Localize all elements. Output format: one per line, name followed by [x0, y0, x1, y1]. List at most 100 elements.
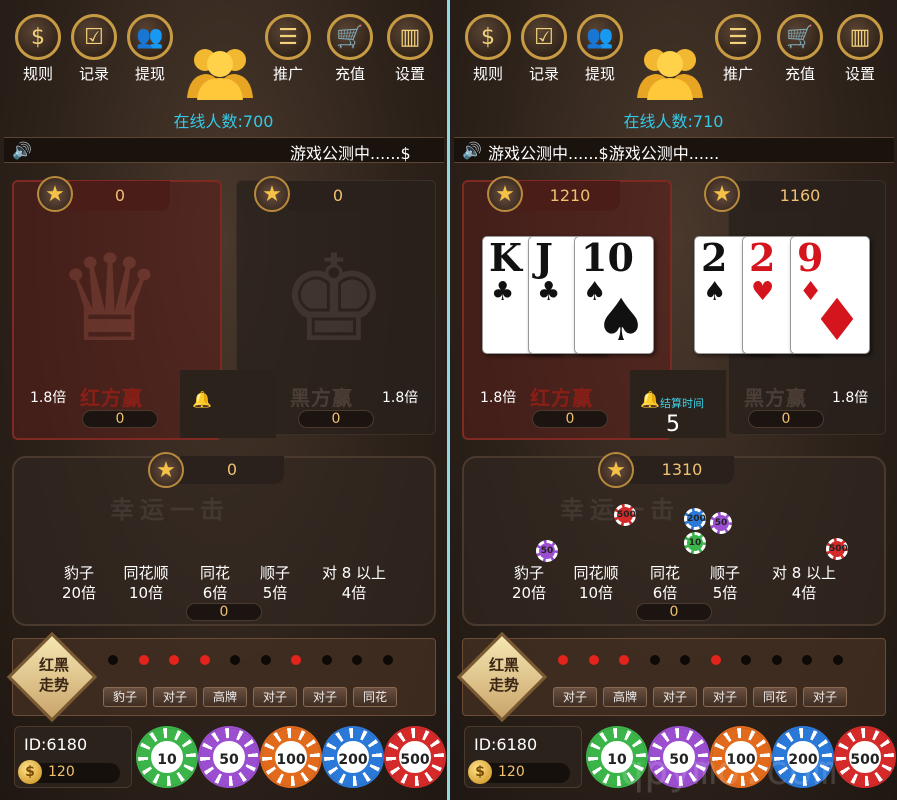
trend-dot-black — [230, 655, 240, 665]
withdraw-label: 提现 — [134, 65, 165, 83]
trend-dot-black — [260, 655, 271, 665]
podium-icon: ▥ — [387, 14, 433, 60]
records-button[interactable]: ☑ 记录 — [68, 0, 120, 84]
records-button[interactable]: ☑ 记录 — [518, 0, 570, 84]
star-icon: ★ — [598, 452, 634, 488]
trend-dot-red — [199, 655, 210, 665]
chip-500-button[interactable]: 500 — [386, 728, 444, 786]
placed-chip: 500 — [614, 504, 636, 526]
star-icon: ★ — [254, 176, 290, 212]
trend-result-tag: 对子 — [803, 687, 847, 707]
settings-label: 设置 — [394, 65, 425, 83]
rules-button[interactable]: $ 规则 — [12, 0, 64, 84]
withdraw-button[interactable]: 👥 提现 — [124, 0, 176, 84]
recharge-button[interactable]: 🛒 充值 — [324, 0, 376, 84]
placed-chip: 200 — [684, 508, 706, 530]
list-icon: ☰ — [715, 14, 761, 60]
coin-icon: $ — [18, 760, 42, 784]
black-bet-amount: 0 — [748, 410, 824, 428]
odds-straight: 顺子 5倍 — [709, 564, 740, 602]
lucky-title: 幸运一击 — [110, 496, 230, 524]
settings-button[interactable]: ▥ 设置 — [834, 0, 886, 84]
trend-result-tag: 豹子 — [103, 687, 147, 707]
withdraw-button[interactable]: 👥 提现 — [574, 0, 626, 84]
online-count: 在线人数:700 — [173, 112, 274, 131]
list-icon: ☰ — [265, 14, 311, 60]
game-screen-left: $ 规则 ☑ 记录 👥 提现 ☰ 推广 🛒 充值 ▥ 设置 在线人数:700 🔊… — [0, 0, 447, 800]
placed-chip: 10 — [684, 532, 706, 554]
trend-dot-black — [382, 655, 393, 665]
trend-dot-red — [138, 655, 149, 665]
records-label: 记录 — [528, 65, 559, 83]
rules-icon: $ — [465, 14, 511, 60]
red-score: 1210 — [520, 181, 620, 211]
odds-pair-8-plus: 对 8 以上 4倍 — [321, 564, 387, 602]
settings-button[interactable]: ▥ 设置 — [384, 0, 436, 84]
odds-straight-flush: 同花顺 10倍 — [573, 564, 619, 602]
speaker-icon: 🔊 — [12, 141, 32, 160]
king-silhouette-icon: ♚ — [280, 230, 388, 369]
trend-dot-black — [771, 655, 782, 665]
withdraw-icon: 👥 — [577, 14, 623, 60]
chip-500-button[interactable]: 500 — [836, 728, 894, 786]
odds-leopard: 豹子 20倍 — [61, 564, 97, 602]
trend-result-tag: 高牌 — [603, 687, 647, 707]
trend-result-tag: 同花 — [353, 687, 397, 707]
coin-balance: 120 — [48, 764, 75, 780]
bell-icon: 🔔 — [192, 390, 212, 409]
trend-dot-black — [352, 655, 362, 665]
trend-result-tag: 对子 — [653, 687, 697, 707]
marquee-text: 游戏公测中......$ — [290, 144, 411, 163]
announcement-marquee: 🔊 游戏公测中......$ — [4, 137, 444, 163]
trend-dot-black — [108, 655, 118, 665]
chip-50-button[interactable]: 50 — [200, 728, 258, 786]
black-multiplier: 1.8倍 — [382, 390, 419, 406]
recharge-label: 充值 — [784, 65, 815, 83]
trend-dot-red — [558, 655, 568, 665]
trend-dot-black — [741, 655, 751, 665]
podium-icon: ▥ — [837, 14, 883, 60]
promote-button[interactable]: ☰ 推广 — [262, 0, 314, 84]
placed-chip: 50 — [536, 540, 558, 562]
trend-result-tag: 对子 — [703, 687, 747, 707]
chip-value: 10 — [148, 738, 186, 776]
game-screen-right: $ 规则 ☑ 记录 👥 提现 ☰ 推广 🛒 充值 ▥ 设置 在线人数:710 🔊… — [450, 0, 897, 800]
chip-200-button[interactable]: 200 — [324, 728, 382, 786]
black-multiplier: 1.8倍 — [832, 390, 869, 406]
watermark: qpymo.com — [620, 748, 837, 794]
marquee-text: 游戏公测中......$游戏公测中...... — [488, 144, 720, 163]
promote-button[interactable]: ☰ 推广 — [712, 0, 764, 84]
trend-result-tag: 对子 — [153, 687, 197, 707]
trend-result-tag: 对子 — [303, 687, 347, 707]
trend-result-tag: 高牌 — [203, 687, 247, 707]
chip-100-button[interactable]: 100 — [262, 728, 320, 786]
chip-value: 500 — [396, 738, 434, 776]
star-icon: ★ — [704, 176, 740, 212]
trend-dot-red — [710, 655, 721, 665]
settings-label: 设置 — [844, 65, 875, 83]
trend-dot-black — [321, 655, 332, 665]
black-bet-amount: 0 — [298, 410, 374, 428]
red-multiplier: 1.8倍 — [30, 390, 67, 406]
odds-leopard: 豹子 20倍 — [511, 564, 547, 602]
chip-10-button[interactable]: 10 — [138, 728, 196, 786]
placed-chip: 50 — [710, 512, 732, 534]
recharge-button[interactable]: 🛒 充值 — [774, 0, 826, 84]
withdraw-icon: 👥 — [127, 14, 173, 60]
cart-icon: 🛒 — [327, 14, 373, 60]
records-icon: ☑ — [71, 14, 117, 60]
red-bet-amount: 0 — [82, 410, 158, 428]
lucky-score: 1310 — [630, 456, 734, 484]
players-logo-icon — [187, 49, 253, 100]
star-icon: ★ — [37, 176, 73, 212]
players-logo-icon — [637, 49, 703, 100]
red-score: 0 — [70, 181, 170, 211]
black-win-label: 黑方赢 — [290, 386, 353, 410]
rules-label: 规则 — [22, 65, 53, 83]
rules-button[interactable]: $ 规则 — [462, 0, 514, 84]
black-win-label: 黑方赢 — [744, 386, 807, 410]
trend-result-tag: 对子 — [553, 687, 597, 707]
chip-value: 100 — [272, 738, 310, 776]
bell-icon: 🔔 — [640, 390, 660, 409]
coin-balance: 120 — [498, 764, 525, 780]
